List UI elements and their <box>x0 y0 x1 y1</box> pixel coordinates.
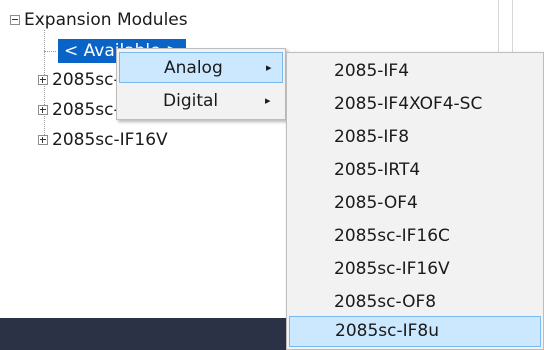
menu-item-label: Analog <box>164 57 223 78</box>
submenu-item-label: 2085-IF4XOF4-SC <box>334 94 483 114</box>
tree-connector <box>44 51 56 52</box>
tree-node-label: 2085sc-IF16V <box>52 130 168 150</box>
tree-node-child[interactable]: 2085sc- <box>38 68 120 92</box>
submenu-analog: 2085-IF4 2085-IF4XOF4-SC 2085-IF8 2085-I… <box>286 52 544 350</box>
submenu-item-label: 2085-IRT4 <box>334 160 421 180</box>
menu-item-label: Digital <box>163 90 219 111</box>
context-menu: Analog ▸ Digital ▸ <box>116 48 286 120</box>
chevron-right-icon: ▸ <box>265 94 271 107</box>
tree-scroll-guide-2 <box>512 0 513 60</box>
submenu-item[interactable]: 2085-OF4 <box>287 187 543 220</box>
submenu-item[interactable]: 2085sc-IF16C <box>287 220 543 253</box>
tree-node-label: 2085sc- <box>52 100 120 120</box>
submenu-item-label: 2085-IF4 <box>334 61 410 81</box>
chevron-right-icon: ▸ <box>266 61 272 74</box>
plus-box-icon[interactable] <box>38 135 48 145</box>
tree-node-expansion-modules[interactable]: Expansion Modules <box>10 8 188 32</box>
menu-item-digital[interactable]: Digital ▸ <box>117 85 285 116</box>
tree-node-child[interactable]: 2085sc-IF16V <box>38 128 168 152</box>
tree-node-child[interactable]: 2085sc- <box>38 98 120 122</box>
submenu-item-highlighted[interactable]: 2085sc-IF8u <box>289 316 541 347</box>
minus-box-icon[interactable] <box>10 15 20 25</box>
submenu-item[interactable]: 2085-IRT4 <box>287 154 543 187</box>
submenu-item[interactable]: 2085-IF4XOF4-SC <box>287 88 543 121</box>
tree-node-label: 2085sc- <box>52 70 120 90</box>
submenu-item-label: 2085sc-IF16C <box>334 226 450 246</box>
submenu-item[interactable]: 2085-IF8 <box>287 121 543 154</box>
submenu-item-label: 2085-IF8 <box>334 127 410 147</box>
submenu-item-label: 2085sc-IF8u <box>335 321 439 341</box>
submenu-item[interactable]: 2085-IF4 <box>287 55 543 88</box>
plus-box-icon[interactable] <box>38 75 48 85</box>
submenu-item[interactable]: 2085sc-OF8 <box>287 286 543 319</box>
submenu-item[interactable]: 2085sc-IF16V <box>287 253 543 286</box>
tree-scroll-guide <box>498 0 499 60</box>
tree-node-label: Expansion Modules <box>24 10 188 30</box>
submenu-item-label: 2085sc-OF8 <box>334 292 437 312</box>
menu-item-analog[interactable]: Analog ▸ <box>119 52 283 83</box>
plus-box-icon[interactable] <box>38 105 48 115</box>
submenu-item-label: 2085-OF4 <box>334 193 418 213</box>
submenu-item-label: 2085sc-IF16V <box>334 259 450 279</box>
